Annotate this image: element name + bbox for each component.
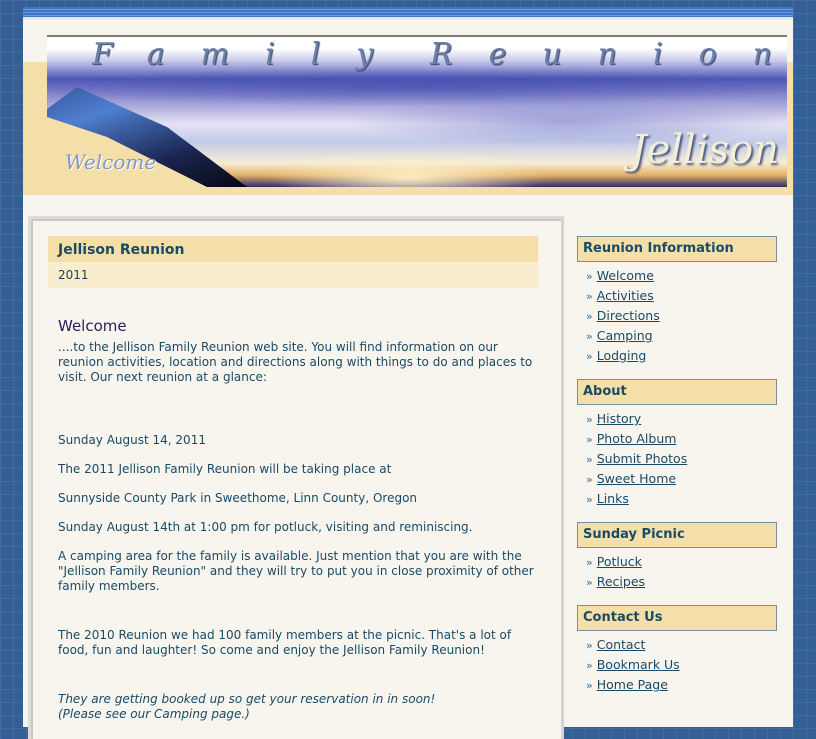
sidebar-section-reunion-information: Reunion Information » Welcome » Activities… bbox=[577, 236, 777, 366]
activities-link[interactable]: Activities bbox=[597, 288, 654, 303]
paragraph-date: Sunday August 14, 2011 bbox=[58, 433, 206, 447]
banner-title-family: Family bbox=[92, 37, 410, 72]
sidebar-heading: Sunday Picnic bbox=[577, 522, 777, 548]
double-chevron-icon: » bbox=[586, 330, 593, 343]
sidebar-section-contact-us: Contact Us » Contact » Bookmark Us » Home P… bbox=[577, 605, 777, 695]
double-chevron-icon: » bbox=[586, 290, 593, 303]
sweet-home-link[interactable]: Sweet Home bbox=[597, 471, 676, 486]
intro-box: Jellison Reunion 2011 bbox=[48, 236, 538, 288]
double-chevron-icon: » bbox=[586, 453, 593, 466]
page-title: Jellison Reunion bbox=[48, 236, 538, 262]
double-chevron-icon: » bbox=[586, 576, 593, 589]
lodging-link[interactable]: Lodging bbox=[597, 348, 647, 363]
double-chevron-icon: » bbox=[586, 473, 593, 486]
sidebar-item-camping: » Camping bbox=[586, 326, 777, 346]
sidebar-section-about: About » History » Photo Album » Submit Phot… bbox=[577, 379, 777, 509]
recipes-link[interactable]: Recipes bbox=[597, 574, 645, 589]
paragraph-location: Sunnyside County Park in Sweethome, Linn… bbox=[58, 491, 418, 505]
double-chevron-icon: » bbox=[586, 310, 593, 323]
double-chevron-icon: » bbox=[586, 270, 593, 283]
sidebar-item-sweet-home: » Sweet Home bbox=[586, 469, 777, 489]
double-chevron-icon: » bbox=[586, 639, 593, 652]
contact-link[interactable]: Contact bbox=[597, 637, 646, 652]
history-link[interactable]: History bbox=[597, 411, 641, 426]
top-stripe bbox=[23, 7, 793, 20]
double-chevron-icon: » bbox=[586, 413, 593, 426]
welcome-link[interactable]: Welcome bbox=[597, 268, 654, 283]
sidebar-item-activities: » Activities bbox=[586, 286, 777, 306]
paragraph-reservation: They are getting booked up so get your r… bbox=[58, 692, 436, 706]
sidebar-heading: Reunion Information bbox=[577, 236, 777, 262]
sidebar-item-submit-photos: » Submit Photos bbox=[586, 449, 777, 469]
photo-album-link[interactable]: Photo Album bbox=[597, 431, 677, 446]
submit-photos-link[interactable]: Submit Photos bbox=[597, 451, 688, 466]
sidebar-heading: Contact Us bbox=[577, 605, 777, 631]
bookmark-us-link[interactable]: Bookmark Us bbox=[597, 657, 680, 672]
double-chevron-icon: » bbox=[586, 350, 593, 363]
camping-link[interactable]: Camping bbox=[597, 328, 653, 343]
sidebar-item-potluck: » Potluck bbox=[586, 552, 777, 572]
double-chevron-icon: » bbox=[586, 493, 593, 506]
banner-family-name: Jellison bbox=[630, 127, 779, 173]
paragraph: ....to the Jellison Family Reunion web s… bbox=[58, 340, 533, 384]
sidebar-section-sunday-picnic: Sunday Picnic » Potluck » Recipes bbox=[577, 522, 777, 592]
paragraph-time: Sunday August 14th at 1:00 pm for potluc… bbox=[58, 520, 473, 534]
sidebar-item-directions: » Directions bbox=[586, 306, 777, 326]
paragraph-camping: A camping area for the family is availab… bbox=[58, 549, 534, 593]
sidebar-item-bookmark-us: » Bookmark Us bbox=[586, 655, 777, 675]
sidebar-item-history: » History bbox=[586, 409, 777, 429]
article: Welcome ....to the Jellison Family Reuni… bbox=[58, 319, 538, 722]
paragraph: The 2010 Reunion we had 100 family membe… bbox=[58, 628, 512, 657]
paragraph-camping-note: (Please see our Camping page.) bbox=[58, 707, 250, 721]
sidebar-item-photo-album: » Photo Album bbox=[586, 429, 777, 449]
article-heading: Welcome bbox=[58, 317, 127, 335]
sidebar: Reunion Information » Welcome » Activities… bbox=[577, 236, 777, 708]
main-content-panel: Jellison Reunion 2011 Welcome ....to the… bbox=[28, 216, 564, 739]
sidebar-item-contact: » Contact bbox=[586, 635, 777, 655]
sidebar-item-recipes: » Recipes bbox=[586, 572, 777, 592]
header-banner: Family Reunion Welcome Jellison bbox=[47, 35, 787, 187]
paragraph: The 2011 Jellison Family Reunion will be… bbox=[58, 462, 392, 476]
sidebar-item-welcome: » Welcome bbox=[586, 266, 777, 286]
banner-welcome: Welcome bbox=[65, 150, 157, 174]
home-page-link[interactable]: Home Page bbox=[597, 677, 668, 692]
banner-title-reunion: Reunion bbox=[430, 37, 787, 72]
double-chevron-icon: » bbox=[586, 659, 593, 672]
sidebar-heading: About bbox=[577, 379, 777, 405]
page-subtitle: 2011 bbox=[48, 262, 538, 288]
double-chevron-icon: » bbox=[586, 679, 593, 692]
double-chevron-icon: » bbox=[586, 556, 593, 569]
sidebar-item-home-page: » Home Page bbox=[586, 675, 777, 695]
sidebar-item-lodging: » Lodging bbox=[586, 346, 777, 366]
sidebar-item-links: » Links bbox=[586, 489, 777, 509]
directions-link[interactable]: Directions bbox=[597, 308, 660, 323]
potluck-link[interactable]: Potluck bbox=[597, 554, 642, 569]
double-chevron-icon: » bbox=[586, 433, 593, 446]
links-link[interactable]: Links bbox=[597, 491, 629, 506]
